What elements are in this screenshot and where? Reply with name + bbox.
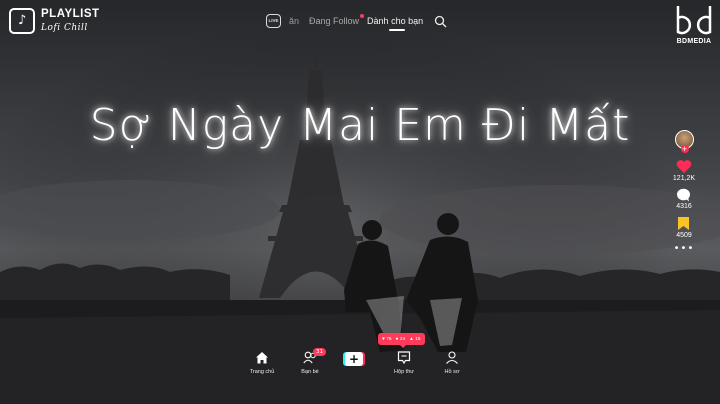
background-scene: [0, 0, 720, 404]
activity-bubble[interactable]: ♥ 75 ● 24 ▲ 16: [378, 333, 425, 348]
comment-action[interactable]: 4316: [676, 188, 692, 210]
top-nav: LIVE ăn Đang Follow Dành cho bạn: [266, 10, 447, 32]
nav-profile-label: Hồ sơ: [444, 369, 460, 375]
video-frame[interactable]: ♪ PLAYLIST Lofi Chill LIVE ăn Đang Follo…: [0, 0, 720, 404]
action-rail: + 121,2K 4316 4509 •••: [670, 130, 698, 254]
nav-profile[interactable]: Hồ sơ: [436, 349, 468, 375]
brand-logo: BDMEDIA: [672, 4, 716, 45]
creator-avatar[interactable]: +: [674, 130, 694, 153]
nav-friends-label: Bạn bè: [301, 369, 319, 375]
notification-dot: [360, 14, 365, 18]
tab-for-you[interactable]: Dành cho bạn: [367, 16, 424, 31]
save-count: 4509: [676, 232, 692, 239]
notif-comments-count: 24: [399, 336, 406, 342]
notif-likes-count: 75: [386, 336, 392, 342]
live-icon[interactable]: LIVE: [266, 14, 281, 28]
nav-home-label: Trang chủ: [249, 369, 275, 375]
heart-icon[interactable]: [676, 159, 692, 174]
tab-partial[interactable]: ăn: [289, 16, 299, 26]
playlist-subtitle: Lofi Chill: [41, 22, 88, 33]
comment-icon[interactable]: [676, 188, 691, 202]
active-tab-underline: [389, 29, 406, 31]
save-action[interactable]: 4509: [676, 216, 692, 239]
nav-friends[interactable]: 31 Bạn bè: [294, 348, 326, 375]
more-icon[interactable]: •••: [674, 243, 695, 254]
bd-logo-icon: [676, 6, 712, 35]
notif-likes: ♥ 75: [382, 336, 392, 342]
video-title: Sợ Ngày Mai Em Đi Mất: [89, 100, 631, 151]
comment-count: 4316: [676, 203, 692, 210]
follow-plus-icon[interactable]: +: [680, 145, 689, 153]
nav-inbox-label: Hộp thư: [394, 369, 414, 375]
plus-icon: +: [345, 352, 363, 366]
nav-home[interactable]: Trang chủ: [246, 349, 278, 375]
like-action[interactable]: 121,2K: [673, 159, 695, 182]
playlist-title: PLAYLIST: [41, 8, 100, 21]
tab-for-you-label: Dành cho bạn: [367, 16, 424, 26]
bookmark-icon[interactable]: [677, 216, 690, 231]
home-icon: [256, 352, 268, 364]
music-note-icon: ♪: [9, 8, 35, 34]
profile-icon: [446, 351, 458, 364]
playlist-badge: ♪ PLAYLIST Lofi Chill: [9, 8, 100, 34]
notif-comments: ● 24: [395, 336, 406, 342]
like-count: 121,2K: [672, 175, 696, 182]
bottom-nav: Trang chủ 31 Bạn bè + Hộp thư Hồ sơ: [246, 348, 468, 379]
create-button[interactable]: +: [343, 352, 365, 366]
friends-badge: 31: [313, 348, 326, 356]
inbox-icon: [397, 351, 411, 365]
notif-followers-count: 16: [415, 336, 421, 342]
tab-following-label: Đang Follow: [309, 16, 360, 26]
logo-caption: BDMEDIA: [676, 38, 712, 45]
notif-followers: ▲ 16: [409, 336, 421, 342]
tab-following[interactable]: Đang Follow: [309, 14, 365, 26]
search-icon[interactable]: [434, 15, 447, 28]
nav-inbox[interactable]: Hộp thư: [388, 349, 420, 375]
